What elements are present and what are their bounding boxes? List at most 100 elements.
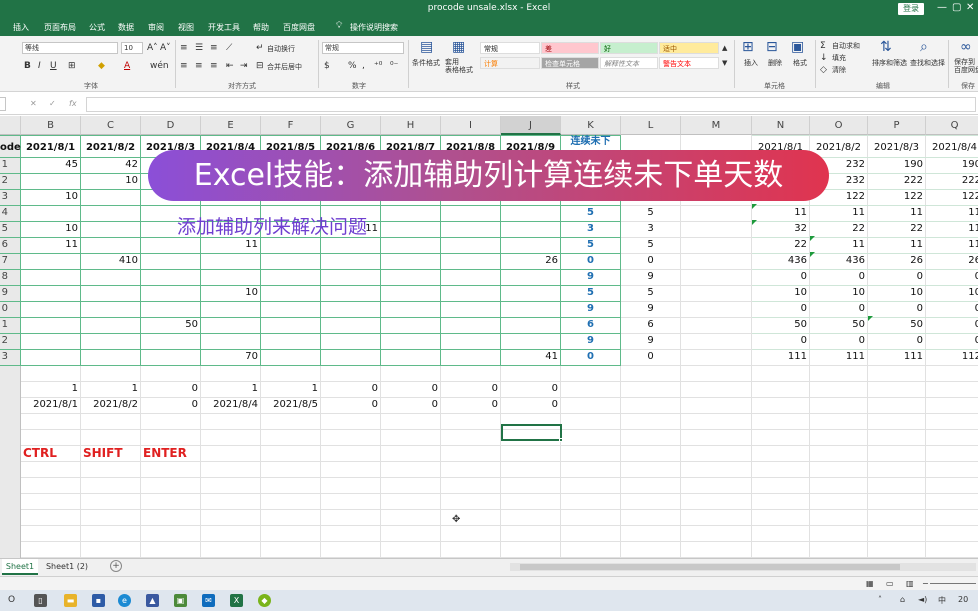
underline-icon[interactable]: U	[50, 60, 57, 72]
photos-icon[interactable]: ▲	[146, 594, 159, 607]
column-header-j[interactable]: J	[501, 116, 561, 135]
fill-handle[interactable]	[559, 438, 563, 442]
page-break-view-icon[interactable]: ▥	[906, 578, 914, 590]
tab-formulas[interactable]: 公式	[89, 22, 105, 33]
wrap-text-icon[interactable]: ↵	[256, 42, 264, 54]
column-header-i[interactable]: I	[441, 116, 501, 135]
column-header-d[interactable]: D	[141, 116, 201, 135]
sheet-tab-sheet1-2[interactable]: Sheet1 (2)	[42, 559, 92, 575]
store-icon[interactable]: ▪	[92, 594, 105, 607]
maximize-button[interactable]: ▢	[952, 2, 961, 13]
column-header-e[interactable]: E	[201, 116, 261, 135]
column-header-a[interactable]	[0, 116, 21, 135]
sort-filter-button[interactable]: 排序和筛选	[872, 58, 907, 68]
style-bad[interactable]: 差	[541, 42, 599, 54]
clear-icon[interactable]: ◇	[820, 64, 827, 76]
column-header-f[interactable]: F	[261, 116, 321, 135]
conditional-format-button[interactable]: 条件格式	[412, 58, 440, 68]
cancel-formula-button[interactable]: ✕	[30, 99, 37, 108]
delete-cells-button[interactable]: 删除	[768, 58, 782, 68]
column-header-o[interactable]: O	[810, 116, 868, 135]
insert-cells-button[interactable]: 插入	[744, 58, 758, 68]
italic-icon[interactable]: I	[38, 60, 41, 72]
column-header-n[interactable]: N	[752, 116, 810, 135]
fill-button[interactable]: 填充	[832, 53, 846, 63]
column-header-p[interactable]: P	[868, 116, 926, 135]
row-number[interactable]: 2	[0, 175, 8, 186]
tab-view[interactable]: 视图	[178, 22, 194, 33]
tab-baidu-pan[interactable]: 百度网盘	[283, 22, 315, 33]
row-number[interactable]: 3	[0, 191, 8, 202]
table-format-icon[interactable]: ▦	[452, 39, 465, 55]
style-check[interactable]: 检查单元格	[541, 57, 599, 69]
number-format-box[interactable]: 常规	[322, 42, 404, 54]
currency-icon[interactable]: $	[324, 60, 330, 72]
align-bottom-icon[interactable]: ≡	[210, 42, 218, 54]
conditional-format-icon[interactable]: ▤	[420, 39, 433, 55]
font-color-icon[interactable]: A	[124, 60, 130, 72]
file-explorer-icon[interactable]: ▬	[64, 594, 77, 607]
row-number[interactable]: 9	[0, 287, 8, 298]
decrease-decimal-icon[interactable]: ⁰⁻	[390, 60, 398, 72]
close-window-button[interactable]: ✕	[966, 2, 974, 13]
column-header-l[interactable]: L	[621, 116, 681, 135]
column-header-q[interactable]: Q	[926, 116, 978, 135]
tab-insert[interactable]: 插入	[13, 22, 29, 33]
font-name-box[interactable]: 等线	[22, 42, 118, 54]
fill-icon[interactable]: ↓	[820, 52, 828, 64]
format-cells-icon[interactable]: ▣	[791, 39, 804, 55]
style-normal[interactable]: 常规	[480, 42, 540, 54]
tab-developer[interactable]: 开发工具	[208, 22, 240, 33]
name-box[interactable]	[0, 97, 6, 111]
row-number[interactable]: 1	[0, 319, 8, 330]
column-header-c[interactable]: C	[81, 116, 141, 135]
ime-icon[interactable]: 中	[938, 595, 946, 606]
style-neutral[interactable]: 适中	[659, 42, 719, 54]
styles-scroll-up-icon[interactable]: ▲	[722, 42, 727, 54]
percent-icon[interactable]: %	[348, 60, 357, 72]
row-number[interactable]: 5	[0, 223, 8, 234]
comma-icon[interactable]: ,	[362, 60, 365, 72]
bold-icon[interactable]: B	[24, 60, 31, 72]
wrap-text-button[interactable]: 自动换行	[267, 44, 295, 54]
merge-icon[interactable]: ⊟	[256, 60, 264, 72]
align-top-icon[interactable]: ≡	[180, 42, 188, 54]
tab-data[interactable]: 数据	[118, 22, 134, 33]
phonetic-icon[interactable]: wén	[150, 60, 169, 72]
align-center-icon[interactable]: ≡	[195, 60, 203, 72]
autosum-button[interactable]: 自动求和	[832, 41, 860, 51]
row-number[interactable]: 6	[0, 239, 8, 250]
active-cell[interactable]	[501, 424, 563, 442]
align-left-icon[interactable]: ≡	[180, 60, 188, 72]
styles-scroll-down-icon[interactable]: ▼	[722, 57, 727, 69]
mail-icon[interactable]: ✉	[202, 594, 215, 607]
row-number[interactable]: 1	[0, 159, 8, 170]
indent-decrease-icon[interactable]: ⇤	[226, 60, 234, 72]
search-icon[interactable]: O	[8, 595, 15, 605]
sheet-tab-sheet1[interactable]: Sheet1	[2, 559, 38, 575]
task-view-icon[interactable]: ▯	[34, 594, 47, 607]
column-header-k[interactable]: K	[561, 116, 621, 135]
align-middle-icon[interactable]: ☰	[195, 42, 203, 54]
formula-input[interactable]	[86, 97, 976, 112]
network-icon[interactable]: ⌂	[900, 595, 905, 604]
tab-page-layout[interactable]: 页面布局	[44, 22, 76, 33]
app-icon[interactable]: ▣	[174, 594, 187, 607]
shrink-font-icon[interactable]: A˅	[160, 42, 171, 54]
orientation-icon[interactable]: ⟋	[226, 42, 232, 54]
find-select-icon[interactable]: ⌕	[920, 39, 928, 55]
row-number[interactable]: 0	[0, 303, 8, 314]
column-header-g[interactable]: G	[321, 116, 381, 135]
fill-color-icon[interactable]: ◆	[98, 60, 105, 72]
enter-formula-button[interactable]: ✓	[49, 99, 56, 108]
row-number[interactable]: 3	[0, 351, 8, 362]
normal-view-icon[interactable]: ▦	[866, 578, 874, 590]
login-button[interactable]: 登录	[898, 3, 924, 15]
tell-me-search[interactable]: 操作说明搜索	[350, 22, 398, 33]
column-header-b[interactable]: B	[21, 116, 81, 135]
excel-taskbar-icon[interactable]: X	[230, 594, 243, 607]
style-explain[interactable]: 解释性文本	[600, 57, 658, 69]
align-right-icon[interactable]: ≡	[210, 60, 218, 72]
grow-font-icon[interactable]: A˄	[147, 42, 158, 54]
border-icon[interactable]: ⊞	[68, 60, 76, 72]
